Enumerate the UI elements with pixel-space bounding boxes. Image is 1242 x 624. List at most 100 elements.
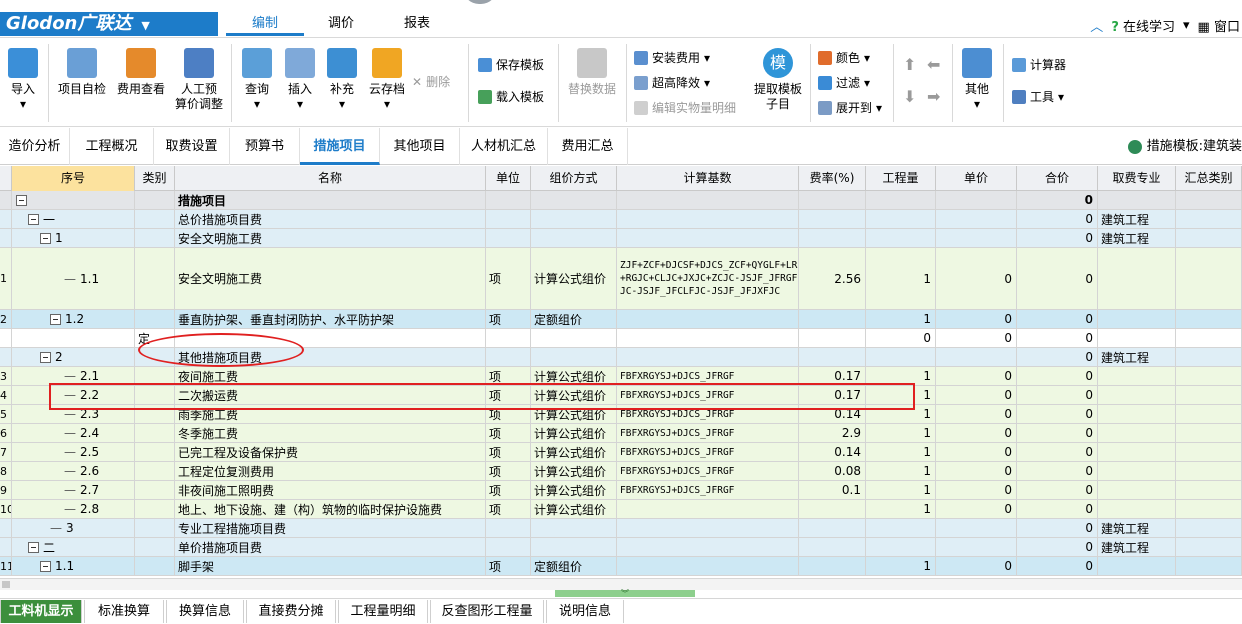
- quantity-cell[interactable]: 1: [866, 500, 936, 518]
- query-button[interactable]: 查询 ▾: [238, 48, 276, 124]
- measure-template-button[interactable]: 措施模板:建筑装: [1127, 128, 1242, 165]
- tab-labor-material-summary[interactable]: 人材机汇总: [460, 128, 548, 165]
- save-template-button[interactable]: 保存模板: [478, 55, 544, 75]
- quantity-cell[interactable]: [866, 519, 936, 537]
- panel-splitter[interactable]: ︾: [555, 590, 695, 598]
- install-fee-button[interactable]: 安装费用 ▾: [634, 48, 710, 68]
- calc-base-cell[interactable]: [617, 519, 799, 537]
- pricing-method-cell[interactable]: 计算公式组价: [531, 248, 617, 309]
- unit-price-cell[interactable]: 0: [936, 386, 1017, 404]
- header-summary-category[interactable]: 汇总类别: [1176, 166, 1242, 191]
- summary-category-cell[interactable]: [1176, 310, 1242, 328]
- rate-cell[interactable]: 0.08: [799, 462, 866, 480]
- seq-cell[interactable]: 1.2: [12, 310, 135, 328]
- category-cell[interactable]: [135, 538, 175, 556]
- table-row[interactable]: 措施项目 0: [0, 191, 1242, 210]
- category-cell[interactable]: [135, 229, 175, 247]
- fee-profession-cell[interactable]: [1098, 424, 1176, 442]
- summary-category-cell[interactable]: [1176, 405, 1242, 423]
- category-cell[interactable]: [135, 310, 175, 328]
- rate-cell[interactable]: 2.56: [799, 248, 866, 309]
- quantity-cell[interactable]: 0: [866, 329, 936, 347]
- tab-fee-settings[interactable]: 取费设置: [154, 128, 230, 165]
- tab-labor-material-display[interactable]: 工料机显示: [0, 600, 82, 623]
- table-row[interactable]: 9 — 2.7 非夜间施工照明费 项 计算公式组价 FBFXRGYSJ+DJCS_JFRGF…: [0, 481, 1242, 500]
- filter-button[interactable]: 过滤 ▾: [818, 73, 870, 93]
- total-cell[interactable]: 0: [1017, 248, 1098, 309]
- tab-budget-book[interactable]: 预算书: [230, 128, 300, 165]
- calc-base-cell[interactable]: [617, 191, 799, 209]
- unit-price-cell[interactable]: [936, 519, 1017, 537]
- category-cell[interactable]: [135, 424, 175, 442]
- tab-standard-conversion[interactable]: 标准换算: [84, 600, 164, 623]
- unit-price-cell[interactable]: 0: [936, 443, 1017, 461]
- pricing-method-cell[interactable]: 定额组价: [531, 310, 617, 328]
- row-number[interactable]: 11: [0, 557, 12, 575]
- collapse-toggle-icon[interactable]: [40, 351, 51, 363]
- name-cell[interactable]: 措施项目: [175, 191, 486, 209]
- rate-cell[interactable]: [799, 538, 866, 556]
- calc-base-cell[interactable]: ZJF+ZCF+DJCSF+DJCS_ZCF+QYGLF+LR+RGJC+CLJ…: [617, 248, 799, 309]
- quantity-cell[interactable]: [866, 210, 936, 228]
- table-row[interactable]: 11 1.1 脚手架 项 定额组价 1 0 0: [0, 557, 1242, 576]
- total-cell[interactable]: 0: [1017, 405, 1098, 423]
- seq-cell[interactable]: 一: [12, 210, 135, 228]
- unit-cell[interactable]: 项: [486, 557, 531, 575]
- row-number[interactable]: [0, 348, 12, 366]
- seq-cell[interactable]: 1: [12, 229, 135, 247]
- name-cell[interactable]: 安全文明施工费: [175, 229, 486, 247]
- category-cell[interactable]: [135, 210, 175, 228]
- calc-base-cell[interactable]: [617, 310, 799, 328]
- delete-button[interactable]: ✕ 删除: [412, 72, 450, 92]
- quantity-cell[interactable]: 1: [866, 443, 936, 461]
- fee-profession-cell[interactable]: [1098, 191, 1176, 209]
- name-cell[interactable]: 非夜间施工照明费: [175, 481, 486, 499]
- collapse-toggle-icon[interactable]: [40, 560, 51, 572]
- table-row[interactable]: 6 — 2.4 冬季施工费 项 计算公式组价 FBFXRGYSJ+DJCS_JFRGF 2.9…: [0, 424, 1242, 443]
- seq-cell[interactable]: — 1.1: [12, 248, 135, 309]
- total-cell[interactable]: 0: [1017, 310, 1098, 328]
- category-cell[interactable]: [135, 557, 175, 575]
- self-check-button[interactable]: 项目自检: [54, 48, 110, 124]
- header-name[interactable]: 名称: [175, 166, 486, 191]
- rate-cell[interactable]: [799, 348, 866, 366]
- total-cell[interactable]: 0: [1017, 386, 1098, 404]
- extract-template-button[interactable]: 模 提取模板 子目: [750, 48, 806, 124]
- table-row[interactable]: 8 — 2.6 工程定位复测费用 项 计算公式组价 FBFXRGYSJ+DJCS_JFRGF…: [0, 462, 1242, 481]
- row-number[interactable]: 6: [0, 424, 12, 442]
- table-row[interactable]: —3 专业工程措施项目费 0 建筑工程: [0, 519, 1242, 538]
- row-number[interactable]: [0, 191, 12, 209]
- fee-check-button[interactable]: 费用查看: [114, 48, 168, 124]
- summary-category-cell[interactable]: [1176, 462, 1242, 480]
- summary-category-cell[interactable]: [1176, 519, 1242, 537]
- unit-cell[interactable]: [486, 210, 531, 228]
- unit-cell[interactable]: 项: [486, 424, 531, 442]
- unit-cell[interactable]: 项: [486, 248, 531, 309]
- header-rate[interactable]: 费率(%): [799, 166, 866, 191]
- unit-price-cell[interactable]: [936, 538, 1017, 556]
- row-number[interactable]: [0, 538, 12, 556]
- tab-conversion-info[interactable]: 换算信息: [166, 600, 244, 623]
- calc-base-cell[interactable]: [617, 210, 799, 228]
- category-cell[interactable]: [135, 481, 175, 499]
- unit-cell[interactable]: 项: [486, 500, 531, 518]
- summary-category-cell[interactable]: [1176, 329, 1242, 347]
- tab-fee-summary[interactable]: 费用汇总: [548, 128, 628, 165]
- tab-cost-analysis[interactable]: 造价分析: [0, 128, 70, 165]
- header-category[interactable]: 类别: [135, 166, 175, 191]
- menu-edit[interactable]: 编制: [226, 12, 304, 36]
- move-right-button[interactable]: ➡: [927, 87, 940, 107]
- pricing-method-cell[interactable]: 计算公式组价: [531, 443, 617, 461]
- summary-category-cell[interactable]: [1176, 191, 1242, 209]
- name-cell[interactable]: 工程定位复测费用: [175, 462, 486, 480]
- quantity-cell[interactable]: [866, 348, 936, 366]
- collapse-toggle-icon[interactable]: [50, 313, 61, 325]
- pricing-method-cell[interactable]: [531, 348, 617, 366]
- total-cell[interactable]: 0: [1017, 557, 1098, 575]
- name-cell[interactable]: 专业工程措施项目费: [175, 519, 486, 537]
- name-cell[interactable]: 安全文明施工费: [175, 248, 486, 309]
- rate-cell[interactable]: [799, 191, 866, 209]
- edit-entity-button[interactable]: 编辑实物量明细: [634, 98, 736, 118]
- summary-category-cell[interactable]: [1176, 386, 1242, 404]
- load-template-button[interactable]: 载入模板: [478, 87, 544, 107]
